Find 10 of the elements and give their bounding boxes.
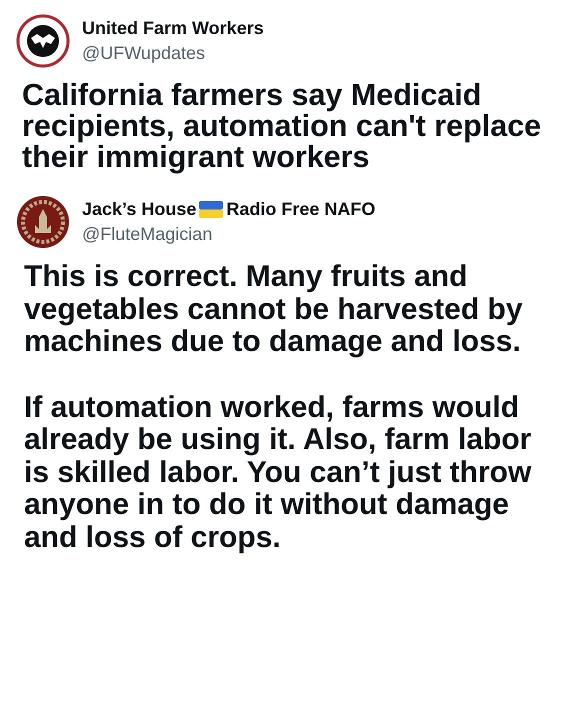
author-name: Jack’s House	[82, 199, 196, 220]
author-handle: @UFWupdates	[82, 43, 206, 64]
post-text: California farmers say Medicaid recipients, automation can't replace their immigrant workers	[22, 80, 542, 173]
avatar	[16, 195, 70, 249]
post-text: This is correct. Many fruits and vegetables cannot be harvested by machines due to damage and loss.	[24, 261, 524, 358]
post-text: If automation worked, farms would already be using it. Also, farm labor is skilled labor. You can’t just throw anyone in to do it without damage and loss of crops.	[24, 392, 532, 554]
author-name: Radio Free NAFO	[226, 199, 376, 220]
author-handle: @FluteMagician	[82, 224, 214, 245]
avatar	[16, 14, 70, 68]
author-name: United Farm Workers	[82, 18, 264, 39]
